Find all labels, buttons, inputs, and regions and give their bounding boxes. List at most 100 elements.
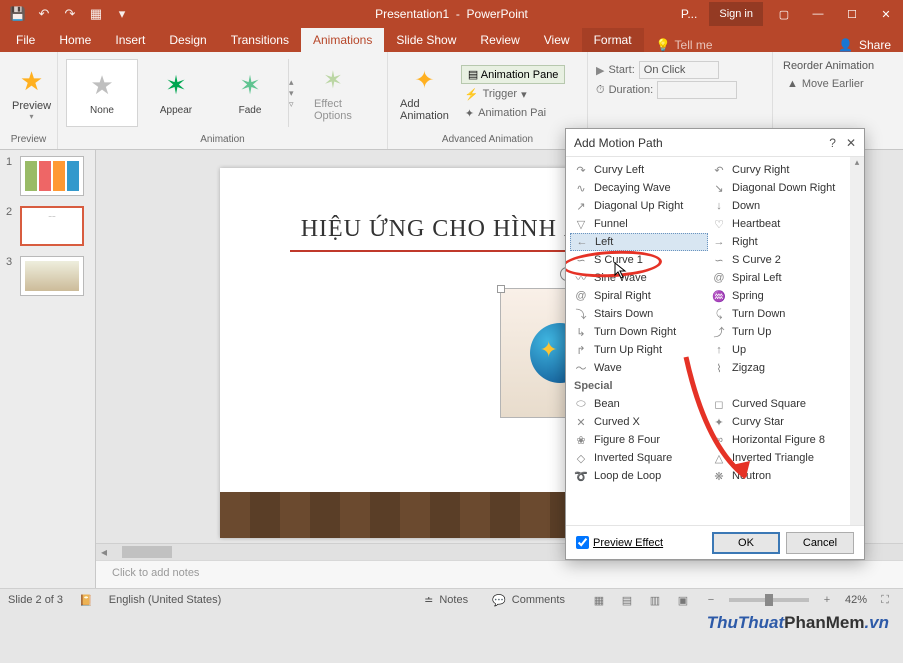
thumbnail-2[interactable]: — — <box>20 206 84 246</box>
ribbon-display-options-icon[interactable]: ▢ <box>767 0 801 28</box>
tell-me-search[interactable]: 💡 Tell me <box>656 38 713 52</box>
language-indicator[interactable]: English (United States) <box>109 594 222 606</box>
gallery-more-icon[interactable]: ▴▾▿ <box>288 59 302 127</box>
motion-path-item[interactable]: @Spiral Right <box>570 287 708 305</box>
signin-button[interactable]: Sign in <box>709 2 763 26</box>
notes-button[interactable]: ≐ Notes <box>424 594 468 607</box>
motion-path-item[interactable]: ❋Neutron <box>708 467 846 485</box>
tab-insert[interactable]: Insert <box>103 28 157 52</box>
motion-path-item[interactable]: ↱Turn Up Right <box>570 341 708 359</box>
motion-path-item[interactable]: ↗Diagonal Up Right <box>570 197 708 215</box>
motion-path-item[interactable]: ✦Curvy Star <box>708 413 846 431</box>
motion-path-icon: △ <box>712 452 726 465</box>
minimize-icon[interactable]: — <box>801 0 835 28</box>
start-from-beginning-icon[interactable]: ▦ <box>84 3 108 25</box>
add-animation-icon: ✦ <box>408 64 440 96</box>
tab-file[interactable]: File <box>4 28 47 52</box>
motion-path-item[interactable]: ↑Up <box>708 341 846 359</box>
motion-path-icon: ↷ <box>574 164 588 177</box>
reading-view-icon[interactable]: ▥ <box>645 592 665 608</box>
motion-path-item[interactable]: ➰Loop de Loop <box>570 467 708 485</box>
motion-path-item[interactable]: ←Left <box>570 233 708 251</box>
zoom-slider[interactable] <box>729 598 809 602</box>
save-icon[interactable]: 💾 <box>6 3 30 25</box>
maximize-icon[interactable]: ☐ <box>835 0 869 28</box>
reorder-label: Reorder Animation <box>783 60 874 72</box>
motion-path-item[interactable]: →Right <box>708 233 846 251</box>
sorter-view-icon[interactable]: ▤ <box>617 592 637 608</box>
motion-path-item[interactable]: ⤹Turn Down <box>708 305 846 323</box>
slideshow-view-icon[interactable]: ▣ <box>673 592 693 608</box>
zoom-out-icon[interactable]: − <box>701 592 721 608</box>
animation-appear[interactable]: ✶Appear <box>140 59 212 127</box>
motion-path-item[interactable]: △Inverted Triangle <box>708 449 846 467</box>
close-icon[interactable]: ✕ <box>869 0 903 28</box>
tab-design[interactable]: Design <box>157 28 218 52</box>
motion-path-item[interactable]: ↓Down <box>708 197 846 215</box>
preview-effect-checkbox[interactable]: Preview Effect <box>576 536 663 549</box>
dialog-titlebar[interactable]: Add Motion Path ? ✕ <box>566 129 864 157</box>
motion-path-item[interactable]: 〰Sine Wave <box>570 269 708 287</box>
dialog-scrollbar[interactable]: ▴ <box>850 157 864 525</box>
slide-indicator[interactable]: Slide 2 of 3 <box>8 594 63 606</box>
motion-path-item[interactable]: ∽S Curve 2 <box>708 251 846 269</box>
trigger-button[interactable]: ⚡ Trigger ▾ <box>461 86 566 103</box>
fit-to-window-icon[interactable]: ⛶ <box>875 592 895 608</box>
thumbnail-1[interactable] <box>20 156 84 196</box>
qat-customize-icon[interactable]: ▾ <box>110 3 134 25</box>
tab-home[interactable]: Home <box>47 28 103 52</box>
animation-painter-button[interactable]: ✦ Animation Pai <box>461 105 566 122</box>
redo-icon[interactable]: ↷ <box>58 3 82 25</box>
motion-path-item[interactable]: ∿Decaying Wave <box>570 179 708 197</box>
tab-view[interactable]: View <box>532 28 582 52</box>
animation-pane-button[interactable]: ▤ Animation Pane <box>461 65 566 84</box>
share-button[interactable]: 👤Share <box>826 38 903 52</box>
effect-options-button[interactable]: ✶ Effect Options <box>306 57 360 129</box>
motion-path-item[interactable]: ♡Heartbeat <box>708 215 846 233</box>
motion-path-item[interactable]: ◻Curved Square <box>708 395 846 413</box>
motion-path-item[interactable]: 〜Wave <box>570 359 708 377</box>
cancel-button[interactable]: Cancel <box>786 532 854 554</box>
move-earlier-button[interactable]: ▲ Move Earlier <box>783 76 868 92</box>
start-field[interactable]: On Click <box>639 61 719 79</box>
ok-button[interactable]: OK <box>712 532 780 554</box>
motion-path-item[interactable]: ⌇Zigzag <box>708 359 846 377</box>
motion-path-item[interactable]: ♒Spring <box>708 287 846 305</box>
notes-pane[interactable]: Click to add notes <box>96 560 903 588</box>
comments-button[interactable]: 💬 Comments <box>492 594 565 607</box>
motion-path-icon: → <box>712 236 726 248</box>
zoom-level[interactable]: 42% <box>845 594 867 606</box>
motion-path-item[interactable]: ↳Turn Down Right <box>570 323 708 341</box>
motion-path-item[interactable]: ↘Diagonal Down Right <box>708 179 846 197</box>
motion-path-item[interactable]: ∞Horizontal Figure 8 <box>708 431 846 449</box>
motion-path-item[interactable]: ↶Curvy Right <box>708 161 846 179</box>
motion-path-item[interactable]: ⤴Turn Up <box>708 323 846 341</box>
motion-path-item[interactable]: ❀Figure 8 Four <box>570 431 708 449</box>
tab-animations[interactable]: Animations <box>301 28 384 52</box>
motion-path-item[interactable]: ⤵Stairs Down <box>570 305 708 323</box>
add-animation-button[interactable]: ✦ Add Animation <box>392 57 457 129</box>
normal-view-icon[interactable]: ▦ <box>589 592 609 608</box>
motion-path-item[interactable]: ↷Curvy Left <box>570 161 708 179</box>
motion-path-item[interactable]: ∽S Curve 1 <box>570 251 708 269</box>
undo-icon[interactable]: ↶ <box>32 3 56 25</box>
motion-path-item[interactable]: ◇Inverted Square <box>570 449 708 467</box>
dialog-close-icon[interactable]: ✕ <box>846 136 856 150</box>
tab-slideshow[interactable]: Slide Show <box>384 28 468 52</box>
motion-path-item[interactable]: ✕Curved X <box>570 413 708 431</box>
animation-gallery[interactable]: ★None ✶Appear ✶Fade ▴▾▿ <box>62 55 306 131</box>
motion-path-item[interactable]: ⬭Bean <box>570 395 708 413</box>
tab-format[interactable]: Format <box>582 28 644 52</box>
help-icon[interactable]: ? <box>829 136 836 150</box>
duration-field[interactable] <box>657 81 737 99</box>
thumbnail-3[interactable] <box>20 256 84 296</box>
preview-button[interactable]: ★ Preview ▾ <box>4 57 59 129</box>
tab-transitions[interactable]: Transitions <box>219 28 301 52</box>
zoom-in-icon[interactable]: + <box>817 592 837 608</box>
animation-fade[interactable]: ✶Fade <box>214 59 286 127</box>
tab-review[interactable]: Review <box>468 28 531 52</box>
spellcheck-icon[interactable]: 📔 <box>79 594 93 607</box>
motion-path-item[interactable]: ▽Funnel <box>570 215 708 233</box>
motion-path-item[interactable]: @Spiral Left <box>708 269 846 287</box>
animation-none[interactable]: ★None <box>66 59 138 127</box>
